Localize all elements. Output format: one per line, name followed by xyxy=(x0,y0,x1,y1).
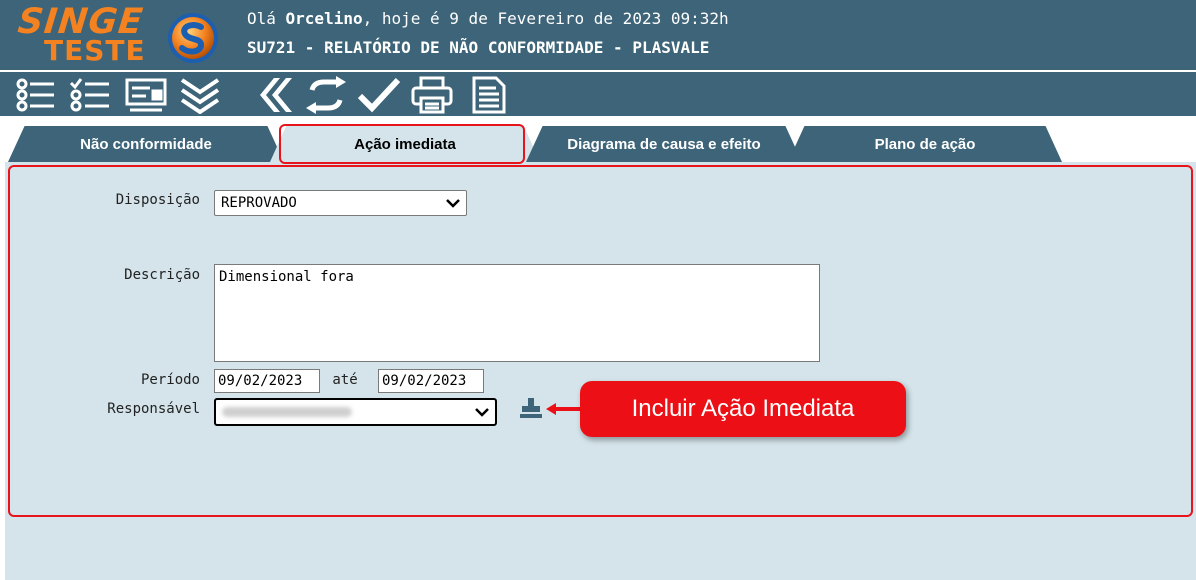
toolbar xyxy=(0,70,1196,116)
periodo-end-input[interactable]: 09/02/2023 xyxy=(378,369,484,393)
periodo-label: Período xyxy=(140,372,200,388)
include-action-icon[interactable] xyxy=(519,396,543,420)
form-icon[interactable] xyxy=(124,76,168,114)
confirm-icon[interactable] xyxy=(356,76,401,114)
tab-nao-conformidade[interactable]: Não conformidade xyxy=(8,126,284,162)
tab-plano-de-acao[interactable]: Plano de ação xyxy=(788,126,1062,162)
chevron-down-icon xyxy=(446,199,460,208)
active-tab-highlight xyxy=(279,124,525,164)
include-action-callout: Incluir Ação Imediata xyxy=(580,381,906,437)
tab-bar: Não conformidade Ação imediata Diagrama … xyxy=(0,122,1196,164)
logo-badge-icon xyxy=(166,11,220,65)
periodo-separator: até xyxy=(332,372,358,388)
responsavel-label: Responsável xyxy=(107,401,200,417)
greeting-prefix: Olá xyxy=(247,9,286,28)
document-icon[interactable] xyxy=(466,76,510,114)
singe-logo: SINGE TESTE xyxy=(16,2,158,67)
chevron-down-icon xyxy=(475,408,489,417)
greeting-suffix: , hoje é 9 de Fevereiro de 2023 09:32h xyxy=(362,9,729,28)
descricao-textarea[interactable]: Dimensional fora xyxy=(214,264,820,362)
report-title: SU721 - RELATÓRIO DE NÃO CONFORMIDADE - … xyxy=(247,38,710,57)
disposicao-value: REPROVADO xyxy=(221,195,297,211)
greeting-text: Olá Orcelino, hoje é 9 de Fevereiro de 2… xyxy=(247,9,729,28)
back-icon[interactable] xyxy=(250,76,294,114)
tab-diagrama-causa-efeito[interactable]: Diagrama de causa e efeito xyxy=(526,126,802,162)
user-name: Orcelino xyxy=(285,9,363,28)
refresh-icon[interactable] xyxy=(304,76,348,114)
expand-all-icon[interactable] xyxy=(178,76,222,115)
callout-arrow-icon xyxy=(546,403,580,415)
logo-line-2: TESTE xyxy=(44,34,146,67)
descricao-label: Descrição xyxy=(124,267,200,283)
list-icon[interactable] xyxy=(14,76,58,114)
checklist-icon[interactable] xyxy=(68,76,112,114)
responsavel-select[interactable] xyxy=(214,398,497,426)
responsavel-redacted-value xyxy=(222,407,352,417)
disposicao-label: Disposição xyxy=(115,192,200,208)
periodo-start-input[interactable]: 09/02/2023 xyxy=(214,369,320,393)
print-icon[interactable] xyxy=(410,76,454,114)
disposicao-select[interactable]: REPROVADO xyxy=(214,190,467,216)
app-header: SINGE TESTE Olá Orcelino, hoje é 9 de Fe… xyxy=(0,0,1196,70)
